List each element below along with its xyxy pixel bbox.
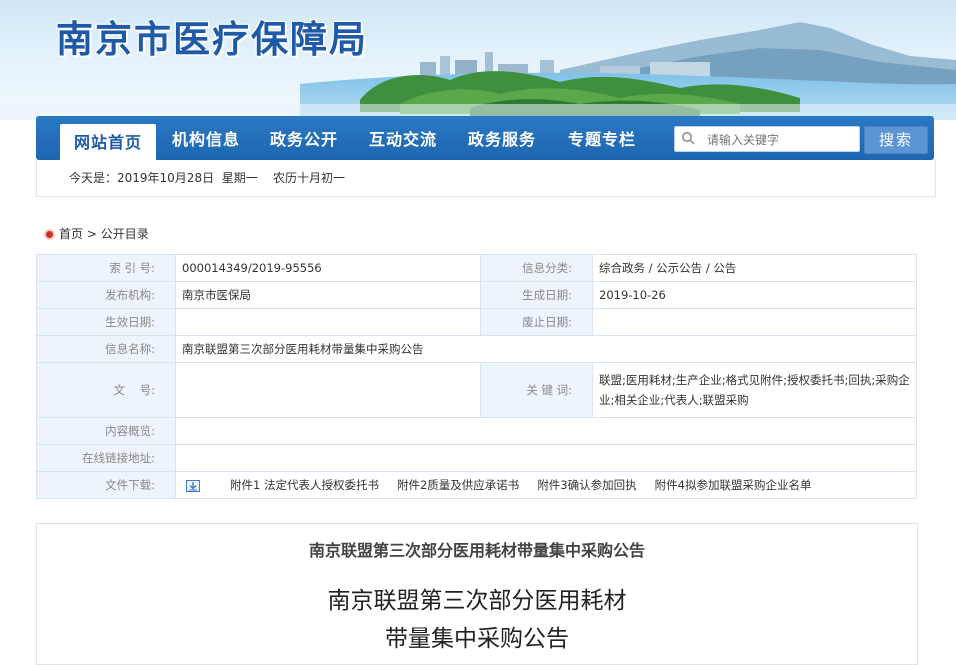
table-row: 索 引 号: 000014349/2019-95556 信息分类: 综合政务 /… [36,254,917,282]
nav-item-institution[interactable]: 机构信息 [172,116,240,160]
docno-label: 文 号: [36,362,176,418]
article-subtitle: 南京联盟第三次部分医用耗材带量集中采购公告 [308,541,645,560]
search-input[interactable] [705,129,857,151]
today-date: 今天是：2019年10月28日 星期一 农历十月初一 [69,171,345,185]
effective-label: 生效日期: [36,308,176,336]
article-body: 南京联盟第三次部分医用耗材带量集中采购公告 南京联盟第三次部分医用耗材 带量集中… [36,523,918,665]
table-row: 信息名称: 南京联盟第三次部分医用耗材带量集中采购公告 [36,335,917,363]
summary-value [175,417,917,445]
search-icon [681,131,695,145]
link-value [175,444,917,472]
search-box [674,126,860,152]
article-title: 南京联盟第三次部分医用耗材 带量集中采购公告 [37,582,917,658]
nav-item-gov-affairs[interactable]: 政务公开 [270,116,338,160]
name-value: 南京联盟第三次部分医用耗材带量集中采购公告 [175,335,917,363]
attachment-link-2[interactable]: 附件2质量及供应承诺书 [397,478,519,492]
date-bar: 今天是：2019年10月28日 星期一 农历十月初一 [36,160,936,197]
attachment-link-4[interactable]: 附件4拟参加联盟采购企业名单 [655,478,812,492]
search-button[interactable]: 搜索 [864,126,928,154]
location-dot-icon [44,229,55,240]
abolish-label: 废止日期: [480,308,593,336]
docno-value [175,362,481,418]
nav-item-services[interactable]: 政务服务 [468,116,536,160]
publisher-label: 发布机构: [36,281,176,309]
breadcrumb: 首页 > 公开目录 [44,225,149,242]
attachment-link-3[interactable]: 附件3确认参加回执 [537,478,636,492]
category-value: 综合政务 / 公示公告 / 公告 [592,254,917,282]
download-list: 附件1 法定代表人授权委托书 附件2质量及供应承诺书 附件3确认参加回执 附件4拟参加… [175,471,917,499]
table-row: 生效日期: 废止日期: [36,308,917,336]
info-table: 索 引 号: 000014349/2019-95556 信息分类: 综合政务 /… [36,254,917,499]
attachment-link-1[interactable]: 附件1 法定代表人授权委托书 [230,478,379,492]
name-label: 信息名称: [36,335,176,363]
header-banner: 南京市医疗保障局 [0,0,956,120]
publisher-value: 南京市医保局 [175,281,481,309]
table-row: 发布机构: 南京市医保局 生成日期: 2019-10-26 [36,281,917,309]
breadcrumb-current[interactable]: 公开目录 [101,227,149,241]
nav-item-home[interactable]: 网站首页 [60,124,157,160]
keywords-label: 关 键 词: [480,362,593,418]
nav-item-special[interactable]: 专题专栏 [568,116,636,160]
created-value: 2019-10-26 [592,281,917,309]
keywords-value: 联盟;医用耗材;生产企业;格式见附件;授权委托书;回执;采购企业;相关企业;代表… [592,362,917,418]
main-nav: 网站首页 机构信息 政务公开 互动交流 政务服务 专题专栏 搜索 [36,116,934,160]
index-label: 索 引 号: [36,254,176,282]
breadcrumb-separator: > [86,227,97,241]
table-row: 文 号: 关 键 词: 联盟;医用耗材;生产企业;格式见附件;授权委托书;回执;… [36,362,917,418]
index-value: 000014349/2019-95556 [175,254,481,282]
table-row: 在线链接地址: [36,444,917,472]
article-title-line-1: 南京联盟第三次部分医用耗材 [327,588,627,614]
table-row: 内容概览: [36,417,917,445]
category-label: 信息分类: [480,254,593,282]
nav-item-interaction[interactable]: 互动交流 [369,116,437,160]
link-label: 在线链接地址: [36,444,176,472]
effective-value [175,308,481,336]
article-title-line-2: 带量集中采购公告 [385,626,569,652]
download-icon[interactable] [186,479,200,492]
breadcrumb-home[interactable]: 首页 [59,227,83,241]
created-label: 生成日期: [480,281,593,309]
summary-label: 内容概览: [36,417,176,445]
site-title: 南京市医疗保障局 [56,17,368,61]
download-label: 文件下载: [36,471,176,499]
table-row: 文件下载: 附件1 法定代表人授权委托书 附件2质量及供应承诺书 附件3确认参加回执… [36,471,917,499]
abolish-value [592,308,917,336]
